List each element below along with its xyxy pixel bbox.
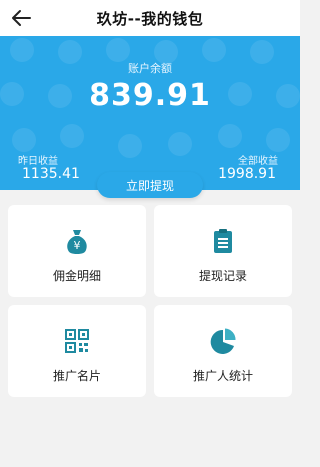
referral-stats-label: 推广人统计 — [192, 369, 253, 383]
total-earnings-label: 全部收益 — [238, 156, 278, 167]
svg-text:¥: ¥ — [74, 239, 81, 252]
wallet-summary-panel: 账户余额 839.91 昨日收益 1135.41 全部收益 1998.91 — [0, 36, 300, 190]
page-title: 玖坊--我的钱包 — [96, 9, 204, 28]
yesterday-earnings-value: 1135.41 — [22, 166, 80, 182]
withdraw-button[interactable]: 立即提现 — [97, 172, 203, 198]
promo-card-label: 推广名片 — [52, 369, 101, 383]
withdraw-records-label: 提现记录 — [198, 269, 247, 283]
money-bag-icon: ¥ — [67, 230, 87, 254]
menu-grid: ¥ 佣金明细 提现记录 推广名片 推广人统计 — [0, 205, 300, 405]
qr-code-icon — [65, 329, 89, 353]
commission-details-card[interactable]: ¥ 佣金明细 — [8, 205, 146, 297]
yesterday-earnings-label: 昨日收益 — [18, 156, 58, 167]
total-earnings-value: 1998.91 — [218, 166, 276, 182]
back-arrow-icon[interactable] — [10, 8, 32, 28]
clipboard-icon — [214, 229, 232, 253]
pie-chart-icon — [210, 328, 236, 354]
balance-amount: 839.91 — [89, 78, 211, 113]
referral-stats-card[interactable]: 推广人统计 — [154, 305, 292, 397]
promo-card-card[interactable]: 推广名片 — [8, 305, 146, 397]
top-bar: 玖坊--我的钱包 — [0, 0, 300, 36]
withdraw-records-card[interactable]: 提现记录 — [154, 205, 292, 297]
balance-label: 账户余额 — [128, 62, 172, 75]
commission-details-label: 佣金明细 — [52, 269, 101, 283]
